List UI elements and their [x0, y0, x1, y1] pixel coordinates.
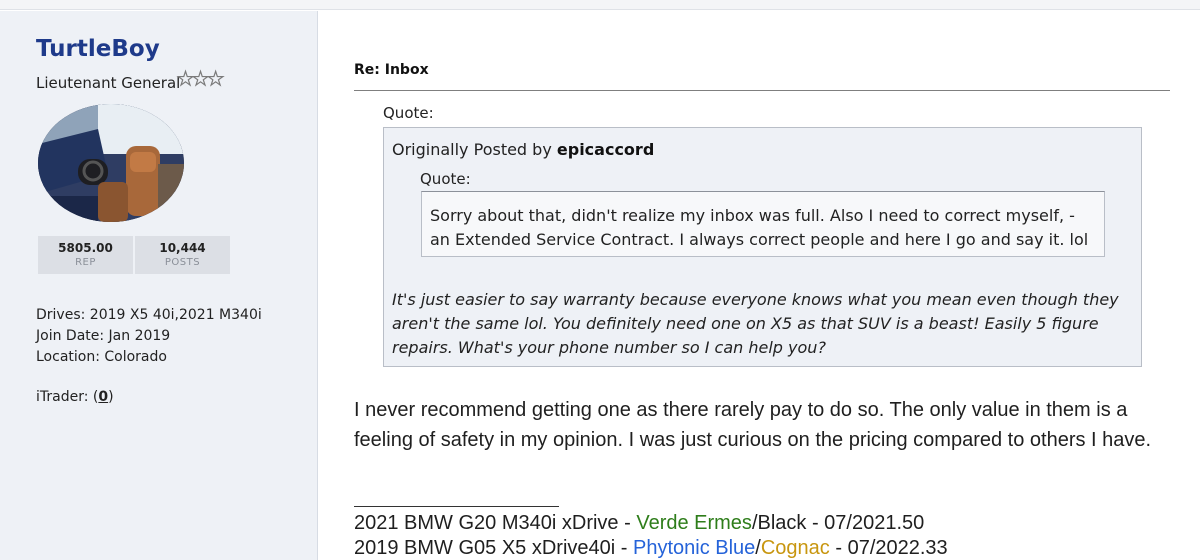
- itrader-label: iTrader: (: [36, 389, 99, 405]
- signature-line-1-prefix: 2021 BMW G20 M340i xDrive -: [354, 512, 637, 534]
- rep-label: REP: [75, 257, 96, 268]
- user-drives: Drives: 2019 X5 40i,2021 M340i: [36, 307, 262, 323]
- signature-divider: [354, 506, 559, 507]
- originally-posted-by: Originally Posted by epicaccord: [392, 140, 654, 159]
- user-stats: 5805.00 REP 10,444 POSTS: [38, 236, 230, 274]
- user-sidebar: [0, 11, 318, 560]
- rep-value: 5805.00: [58, 241, 113, 255]
- title-divider: [354, 90, 1170, 91]
- signature-line-1: 2021 BMW G20 M340i xDrive - Verde Ermes/…: [354, 512, 924, 535]
- signature-line-1-suffix: /Black - 07/2021.50: [751, 512, 925, 534]
- user-info: Drives: 2019 X5 40i,2021 M340i Join Date…: [36, 305, 262, 368]
- quote-label: Quote:: [383, 104, 434, 122]
- outer-quote-text: It's just easier to say warranty because…: [392, 290, 1119, 357]
- itrader-close: ): [108, 389, 114, 405]
- post-body: I never recommend getting one as there r…: [354, 399, 1152, 451]
- posts-stat: 10,444 POSTS: [135, 236, 230, 274]
- posts-value: 10,444: [159, 241, 206, 255]
- username-link[interactable]: TurtleBoy: [36, 36, 160, 62]
- quoted-author: epicaccord: [556, 140, 655, 159]
- itrader: iTrader: (0): [36, 389, 114, 405]
- user-rank: Lieutenant General: [36, 74, 181, 92]
- signature-color-phytonic-blue: Phytonic Blue: [633, 537, 756, 559]
- originally-posted-by-label: Originally Posted by: [392, 140, 552, 159]
- top-bar: [0, 0, 1200, 10]
- avatar-car-interior-image: [38, 104, 184, 222]
- avatar[interactable]: [38, 104, 184, 222]
- rep-stat: 5805.00 REP: [38, 236, 133, 274]
- user-location: Location: Colorado: [36, 349, 167, 365]
- inner-quote: Sorry about that, didn't realize my inbo…: [421, 191, 1105, 257]
- signature-line-2-suffix: - 07/2022.33: [829, 537, 948, 559]
- user-join-date: Join Date: Jan 2019: [36, 328, 171, 344]
- rank-stars-icon: ★★★: [176, 67, 224, 90]
- posts-label: POSTS: [164, 257, 201, 268]
- inner-quote-label: Quote:: [420, 170, 471, 188]
- signature-line-2: 2019 BMW G05 X5 xDrive40i - Phytonic Blu…: [354, 537, 948, 560]
- outer-quote: Originally Posted by epicaccord Quote: S…: [383, 127, 1142, 367]
- post-title: Re: Inbox: [354, 62, 429, 78]
- signature-color-cognac: Cognac: [760, 537, 830, 559]
- itrader-count-link[interactable]: 0: [98, 389, 108, 405]
- signature-line-2-prefix: 2019 BMW G05 X5 xDrive40i -: [354, 537, 633, 559]
- signature-color-verde-ermes: Verde Ermes: [636, 512, 752, 534]
